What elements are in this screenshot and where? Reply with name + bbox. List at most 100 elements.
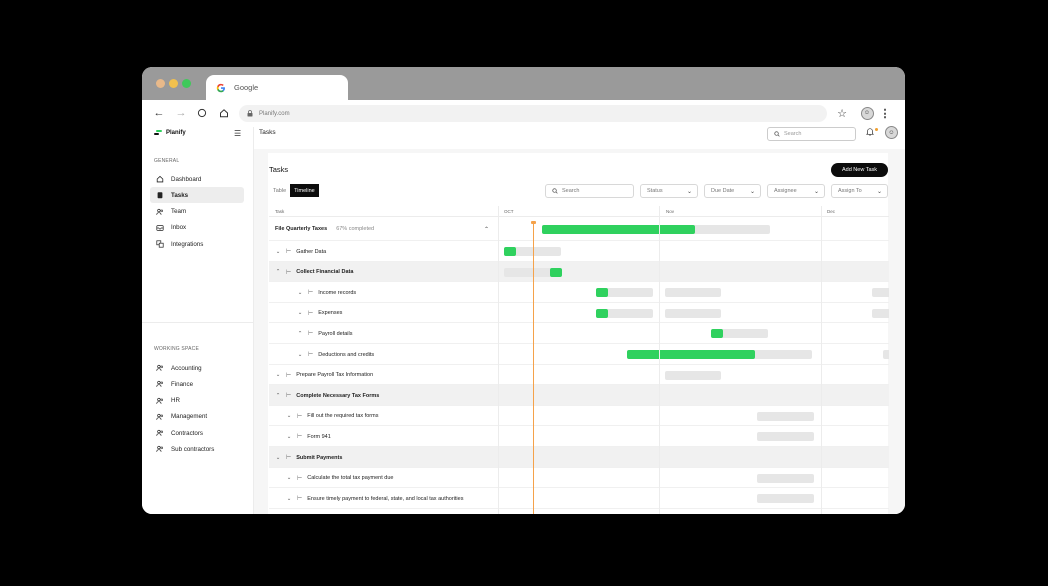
- sidebar-item-management[interactable]: Management: [150, 409, 244, 425]
- general-nav: Dashboard Tasks Team Inbox Integrations: [150, 171, 244, 252]
- reload-icon[interactable]: [195, 106, 209, 120]
- profile-button[interactable]: ☺: [860, 105, 874, 121]
- sidebar-item-inbox[interactable]: Inbox: [150, 220, 244, 236]
- sidebar-item-label: Accounting: [171, 364, 202, 372]
- task-row-payroll-details[interactable]: ⌃ ⊢ Payroll details: [269, 323, 889, 344]
- due-date-filter[interactable]: Due Date ⌄: [704, 184, 761, 198]
- gantt-bar-progress[interactable]: [596, 308, 608, 318]
- chevron-down-icon[interactable]: ⌄: [286, 413, 292, 419]
- gantt-bar-progress[interactable]: [711, 329, 723, 339]
- notification-badge: [875, 128, 878, 131]
- hamburger-menu-icon[interactable]: ☰: [234, 129, 241, 138]
- task-label: ⌄ ⊢ Submit Payments: [275, 454, 343, 462]
- global-search-input[interactable]: Search: [767, 127, 856, 141]
- chevron-down-icon[interactable]: ⌄: [286, 475, 292, 481]
- kebab-menu-icon[interactable]: ⋮: [880, 105, 891, 121]
- task-row-fill-out-tax-forms[interactable]: ⌄ ⊢ Fill out the required tax forms: [269, 406, 889, 427]
- chevron-up-icon[interactable]: ⌃: [275, 393, 281, 399]
- task-row-deductions-and-credits[interactable]: ⌄ ⊢ Deductions and credits: [269, 344, 889, 365]
- gantt-bar-track: [872, 308, 889, 318]
- chevron-down-icon[interactable]: ⌄: [286, 496, 292, 502]
- sidebar-item-contractors[interactable]: Contractors: [150, 425, 244, 441]
- task-label: ⌄ ⊢ Calculate the total tax payment due: [286, 475, 394, 482]
- chevron-down-icon[interactable]: ⌄: [275, 249, 281, 255]
- chevron-down-icon[interactable]: ⌄: [297, 310, 303, 316]
- notification-bell-icon[interactable]: [865, 127, 875, 138]
- home-icon[interactable]: [217, 106, 231, 120]
- chevron-down-icon[interactable]: ⌄: [297, 352, 303, 358]
- chevron-down-icon: ⌄: [876, 188, 882, 195]
- task-row-file-quarterly-taxes[interactable]: File Quarterly Taxes 67% completed ⌃: [269, 217, 889, 241]
- sidebar-item-dashboard[interactable]: Dashboard: [150, 171, 244, 187]
- sidebar-item-label: Inbox: [171, 224, 187, 232]
- task-row-collect-financial-data[interactable]: ⌃ ⊢ Collect Financial Data: [269, 261, 889, 283]
- chevron-up-icon[interactable]: ⌃: [484, 226, 489, 233]
- task-row-complete-necessary-tax-forms[interactable]: ⌃ ⊢ Complete Necessary Tax Forms: [269, 385, 889, 406]
- assignee-filter[interactable]: Assignee ⌄: [767, 184, 825, 198]
- task-row-income-records[interactable]: ⌄ ⊢ Income records: [269, 282, 889, 303]
- sidebar-divider: [142, 322, 254, 323]
- subtask-icon: ⊢: [297, 496, 303, 503]
- global-search-placeholder: Search: [784, 131, 802, 137]
- gantt-bar-progress[interactable]: [542, 225, 695, 234]
- sidebar-item-label: Contractors: [171, 429, 203, 437]
- month-header-nov: Nov: [666, 209, 675, 214]
- minimize-window-button[interactable]: [169, 79, 178, 88]
- add-new-task-button[interactable]: Add New Task: [831, 163, 888, 177]
- subtask-icon: ⊢: [308, 290, 314, 297]
- window-controls: [156, 79, 191, 88]
- subtask-icon: ⊢: [286, 393, 292, 400]
- task-label: ⌄ ⊢ Expenses: [297, 310, 343, 317]
- month-divider: [659, 206, 660, 514]
- task-row-prepare-payroll-tax-information[interactable]: ⌄ ⊢ Prepare Payroll Tax Information: [269, 365, 889, 386]
- gantt-bar-progress[interactable]: [596, 288, 608, 298]
- chevron-down-icon[interactable]: ⌄: [275, 455, 281, 461]
- chevron-up-icon[interactable]: ⌃: [297, 331, 303, 337]
- sidebar-item-integrations[interactable]: Integrations: [150, 236, 244, 252]
- back-arrow-icon[interactable]: ←: [152, 106, 166, 120]
- sidebar-item-sub-contractors[interactable]: Sub contractors: [150, 441, 244, 457]
- status-filter[interactable]: Status ⌄: [640, 184, 698, 198]
- assign-to-filter[interactable]: Assign To ⌄: [831, 184, 888, 198]
- maximize-window-button[interactable]: [182, 79, 191, 88]
- app-logo[interactable]: Planify: [154, 130, 186, 136]
- address-bar[interactable]: Planify.com: [239, 105, 827, 122]
- chevron-down-icon[interactable]: ⌄: [286, 434, 292, 440]
- sidebar-item-label: Tasks: [171, 191, 189, 199]
- users-icon: [156, 364, 164, 372]
- sidebar-item-team[interactable]: Team: [150, 204, 244, 220]
- sidebar-item-tasks[interactable]: Tasks: [150, 187, 244, 204]
- gantt-bar-track: [757, 494, 814, 504]
- tab-table[interactable]: Table: [269, 184, 290, 197]
- close-window-button[interactable]: [156, 79, 165, 88]
- task-row-submit-payments[interactable]: ⌄ ⊢ Submit Payments: [269, 447, 889, 468]
- task-row-form-941[interactable]: ⌄ ⊢ Form 941: [269, 426, 889, 447]
- sidebar-item-finance[interactable]: Finance: [150, 376, 244, 392]
- chevron-down-icon[interactable]: ⌄: [297, 290, 303, 296]
- gantt-bar-track: [757, 432, 814, 442]
- gantt-bar-progress[interactable]: [504, 247, 516, 256]
- sidebar-item-accounting[interactable]: Accounting: [150, 360, 244, 376]
- forward-arrow-icon[interactable]: →: [174, 106, 188, 120]
- chevron-up-icon[interactable]: ⌃: [275, 269, 281, 275]
- star-icon[interactable]: ☆: [835, 105, 849, 121]
- inbox-icon: [156, 224, 164, 232]
- home-icon: [156, 175, 164, 183]
- completion-text: 67% completed: [336, 226, 375, 232]
- task-search-input[interactable]: Search: [545, 184, 634, 198]
- subtask-icon: ⊢: [286, 249, 292, 255]
- user-avatar[interactable]: ☺: [885, 126, 898, 139]
- tab-timeline[interactable]: Timeline: [290, 184, 319, 197]
- task-row-gather-data[interactable]: ⌄ ⊢ Gather Data: [269, 241, 889, 262]
- users-icon: [156, 429, 164, 437]
- chevron-down-icon[interactable]: ⌄: [275, 372, 281, 378]
- gantt-bar-progress[interactable]: [627, 350, 755, 359]
- task-row-ensure-timely-payment[interactable]: ⌄ ⊢ Ensure timely payment to federal, stat…: [269, 488, 889, 509]
- browser-tab[interactable]: Google: [206, 75, 348, 100]
- gantt-bar-progress[interactable]: [550, 267, 562, 277]
- task-row-expenses[interactable]: ⌄ ⊢ Expenses: [269, 303, 889, 324]
- sidebar-item-label: Management: [171, 413, 208, 421]
- task-row-calculate-total-tax[interactable]: ⌄ ⊢ Calculate the total tax payment due: [269, 468, 889, 489]
- sidebar-item-hr[interactable]: HR: [150, 393, 244, 409]
- subtask-icon: ⊢: [297, 475, 303, 482]
